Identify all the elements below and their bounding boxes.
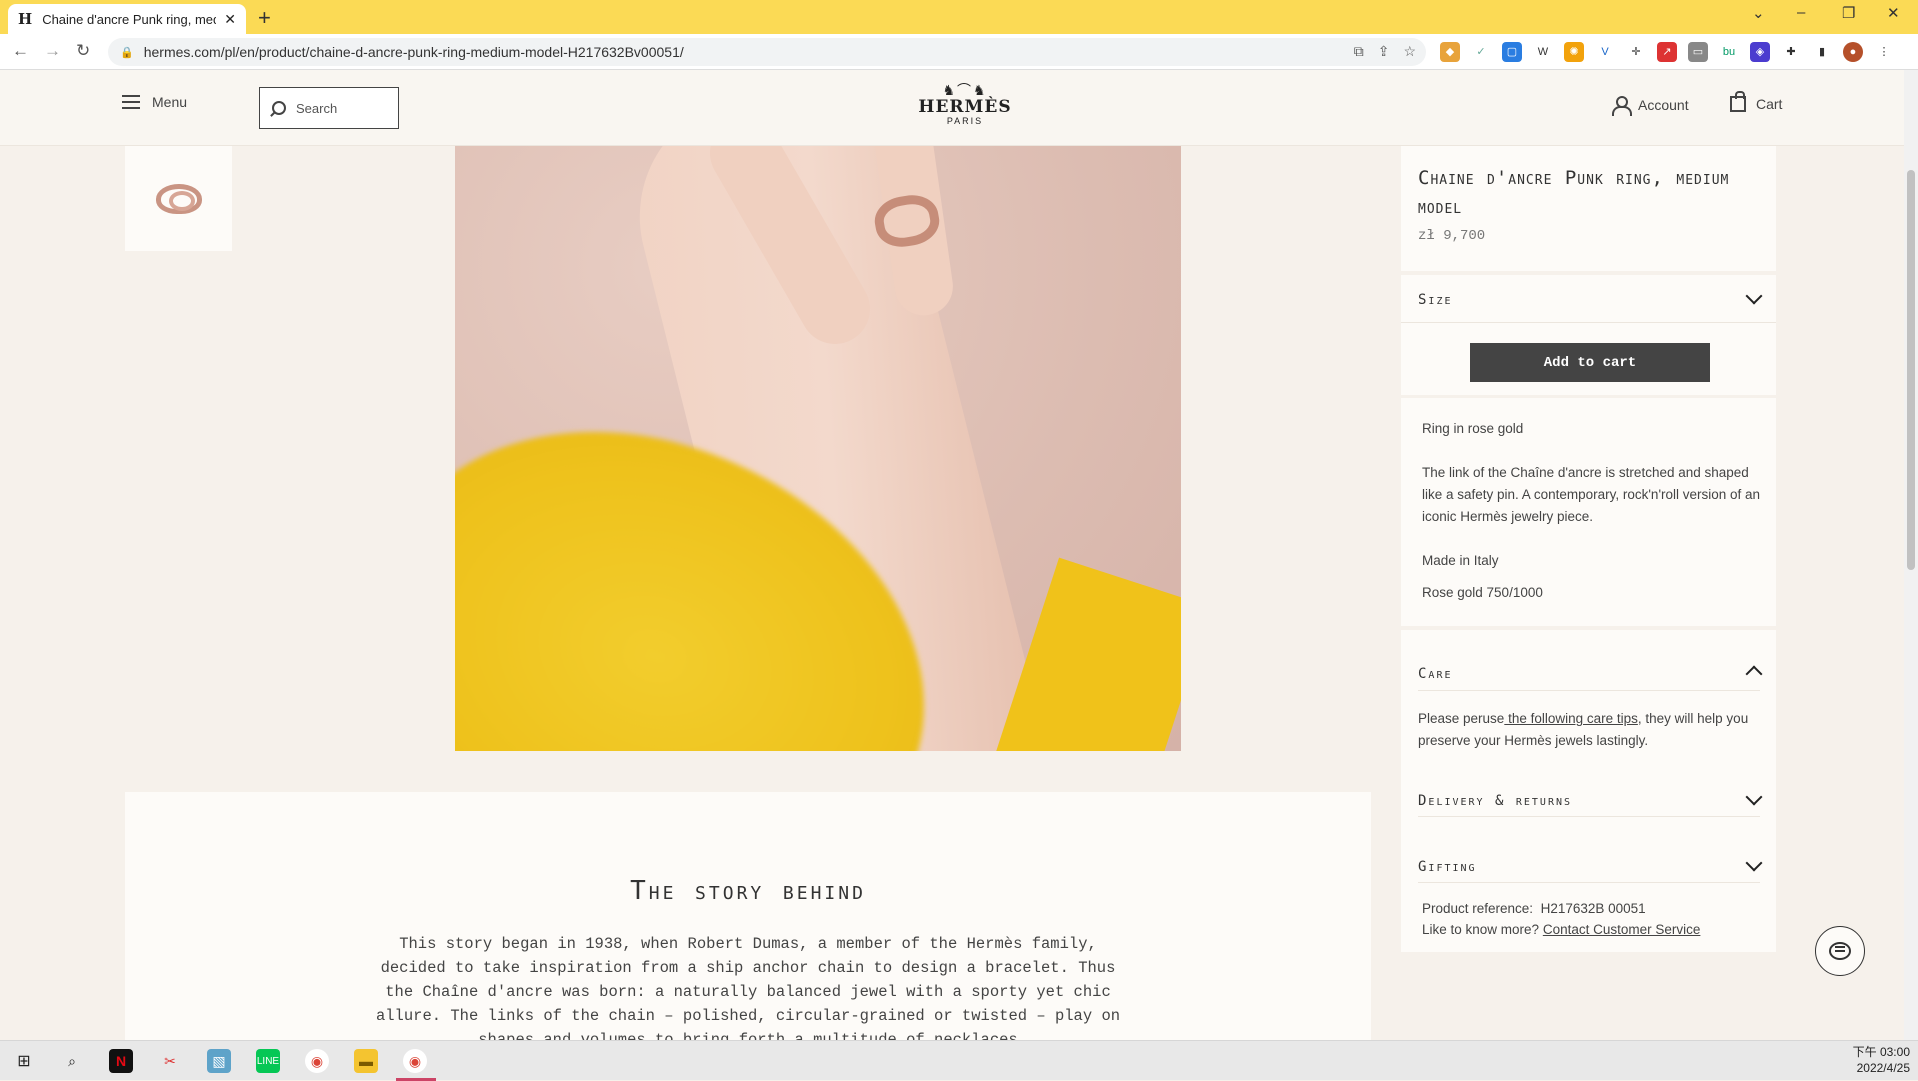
know-more-label: Like to know more? [1422,922,1540,937]
divider [1418,816,1760,817]
account-label: Account [1638,97,1689,113]
new-tab-plus-icon[interactable]: + [258,5,271,31]
browser-tab-strip: H Chaine d'ancre Punk ring, med ✕ + ⌄ – … [0,0,1918,34]
extension-icon[interactable]: ◆ [1440,42,1460,62]
product-thumbnail[interactable] [125,146,232,251]
cart-label: Cart [1756,96,1783,112]
ring-thumbnail-image [155,183,202,214]
page-scrollbar[interactable] [1904,70,1918,1040]
more-menu-icon[interactable]: ⋮ [1874,42,1894,62]
gifting-accordion[interactable]: Gifting [1418,859,1477,875]
divider [1401,322,1776,323]
bookmark-star-icon[interactable]: ☆ [1403,43,1416,60]
back-arrow-icon[interactable]: ← [12,41,29,61]
chat-button[interactable] [1815,926,1865,976]
lock-icon: 🔒 [120,46,134,59]
made-in: Made in Italy [1422,553,1499,568]
netflix-icon[interactable]: N [109,1049,133,1073]
material-line: Ring in rose gold [1422,421,1524,436]
move-extension-icon[interactable]: ✛ [1626,42,1646,62]
product-main-image[interactable] [455,146,1181,751]
extension-icon[interactable]: ◈ [1750,42,1770,62]
browser-tab[interactable]: H Chaine d'ancre Punk ring, med ✕ [8,4,246,34]
product-price: zł 9,700 [1418,228,1486,244]
story-heading: The story behind [630,876,866,906]
system-clock[interactable]: 下午 03:00 2022/4/25 [1853,1044,1910,1076]
extension-icon[interactable]: ✺ [1564,42,1584,62]
search-placeholder: Search [296,100,338,116]
file-explorer-icon[interactable]: ▬ [354,1049,378,1073]
extension-icon[interactable]: V [1595,42,1615,62]
logo-city: PARIS [946,116,984,126]
tab-search-chevron-icon[interactable]: ⌄ [1752,4,1765,22]
search-input[interactable]: Search [259,87,399,129]
hermes-logo[interactable]: ♞⌒♞ HERMÈS PARIS [918,82,1012,126]
windows-taskbar: ⊞ ⌕ N ✂ ▧ LINE ◉ ▬ ◉ 下午 03:00 2022/4/25 [0,1040,1918,1081]
contact-customer-service-link[interactable]: Contact Customer Service [1543,922,1701,937]
address-bar[interactable]: 🔒 hermes.com/pl/en/product/chaine-d-ancr… [108,38,1426,66]
reference-label: Product reference: [1422,901,1534,916]
care-accordion[interactable]: Care [1418,666,1453,682]
delivery-returns-accordion[interactable]: Delivery & returns [1418,793,1572,809]
profile-avatar-icon[interactable]: ● [1843,42,1863,62]
windows-start-icon[interactable]: ⊞ [12,1049,36,1073]
account-link[interactable]: Account [1612,96,1689,116]
shopping-bag-icon [1730,91,1746,112]
logo-brand: HERMÈS [918,97,1012,117]
carriage-logo-icon: ♞⌒♞ [942,82,988,98]
menu-button[interactable]: Menu [122,94,187,110]
hamburger-icon [122,95,140,109]
puzzle-extensions-icon[interactable]: ✚ [1781,42,1801,62]
restore-icon[interactable]: ❐ [1842,4,1855,22]
product-reference-block: Product reference: H217632B 00051 Like t… [1422,898,1700,940]
translate-icon[interactable]: ⧉ [1354,43,1364,60]
extension-icon[interactable]: ▭ [1688,42,1708,62]
extension-icon[interactable]: ▢ [1502,42,1522,62]
cart-link[interactable]: Cart [1730,91,1783,112]
care-tips-link[interactable]: the following care tips [1504,711,1638,726]
product-description: The link of the Chaîne d'ancre is stretc… [1422,465,1761,524]
account-icon [1612,96,1632,116]
extension-icon[interactable]: ↗ [1657,42,1677,62]
browser-toolbar: ← → ↻ 🔒 hermes.com/pl/en/product/chaine-… [0,34,1918,70]
product-title: Chaine d'ancre Punk ring, medium model [1418,167,1730,218]
share-icon[interactable]: ⇪ [1378,43,1390,60]
story-body: This story began in 1938, when Robert Du… [375,935,1121,1049]
site-header: Menu Search ♞⌒♞ HERMÈS PARIS Account Car… [0,70,1904,146]
extension-icon[interactable]: bu [1719,42,1739,62]
snip-tool-icon[interactable]: ✂ [158,1049,182,1073]
chrome-active-icon[interactable]: ◉ [403,1049,427,1073]
minimize-icon[interactable]: – [1797,4,1805,21]
clock-date: 2022/4/25 [1856,1061,1910,1075]
app-icon[interactable]: ▧ [207,1049,231,1073]
search-icon [272,101,286,115]
hermes-favicon-icon: H [18,10,33,28]
forward-arrow-icon[interactable]: → [44,41,61,61]
size-selector[interactable]: Size [1418,292,1453,308]
story-section: The story behind This story began in 193… [125,792,1371,1049]
search-icon[interactable]: ⌕ [60,1049,84,1073]
check-extension-icon[interactable]: ✓ [1471,42,1491,62]
extension-icon[interactable]: W [1533,42,1553,62]
line-app-icon[interactable]: LINE [256,1049,280,1073]
close-tab-icon[interactable]: ✕ [224,11,236,28]
extensions-bar: ◆ ✓ ▢ W ✺ V ✛ ↗ ▭ bu ◈ ✚ ▮ ● ⋮ [1440,42,1894,62]
clock-time: 下午 03:00 [1852,1045,1910,1059]
care-text: Please peruse the following care tips, t… [1418,708,1768,752]
close-window-icon[interactable]: ✕ [1887,4,1900,22]
side-panel-icon[interactable]: ▮ [1812,42,1832,62]
care-text-before: Please peruse [1418,711,1505,726]
url-text: hermes.com/pl/en/product/chaine-d-ancre-… [143,44,684,60]
composition: Rose gold 750/1000 [1422,585,1543,600]
tab-title: Chaine d'ancre Punk ring, med [42,11,217,27]
reload-icon[interactable]: ↻ [76,41,90,61]
scroll-thumb[interactable] [1907,170,1915,570]
menu-label: Menu [152,94,188,110]
divider [1418,882,1760,883]
chrome-icon[interactable]: ◉ [305,1049,329,1073]
reference-value: H217632B 00051 [1540,901,1646,916]
add-to-cart-button[interactable]: Add to cart [1470,343,1710,382]
divider [1418,690,1760,691]
chat-bubble-icon [1829,942,1851,960]
